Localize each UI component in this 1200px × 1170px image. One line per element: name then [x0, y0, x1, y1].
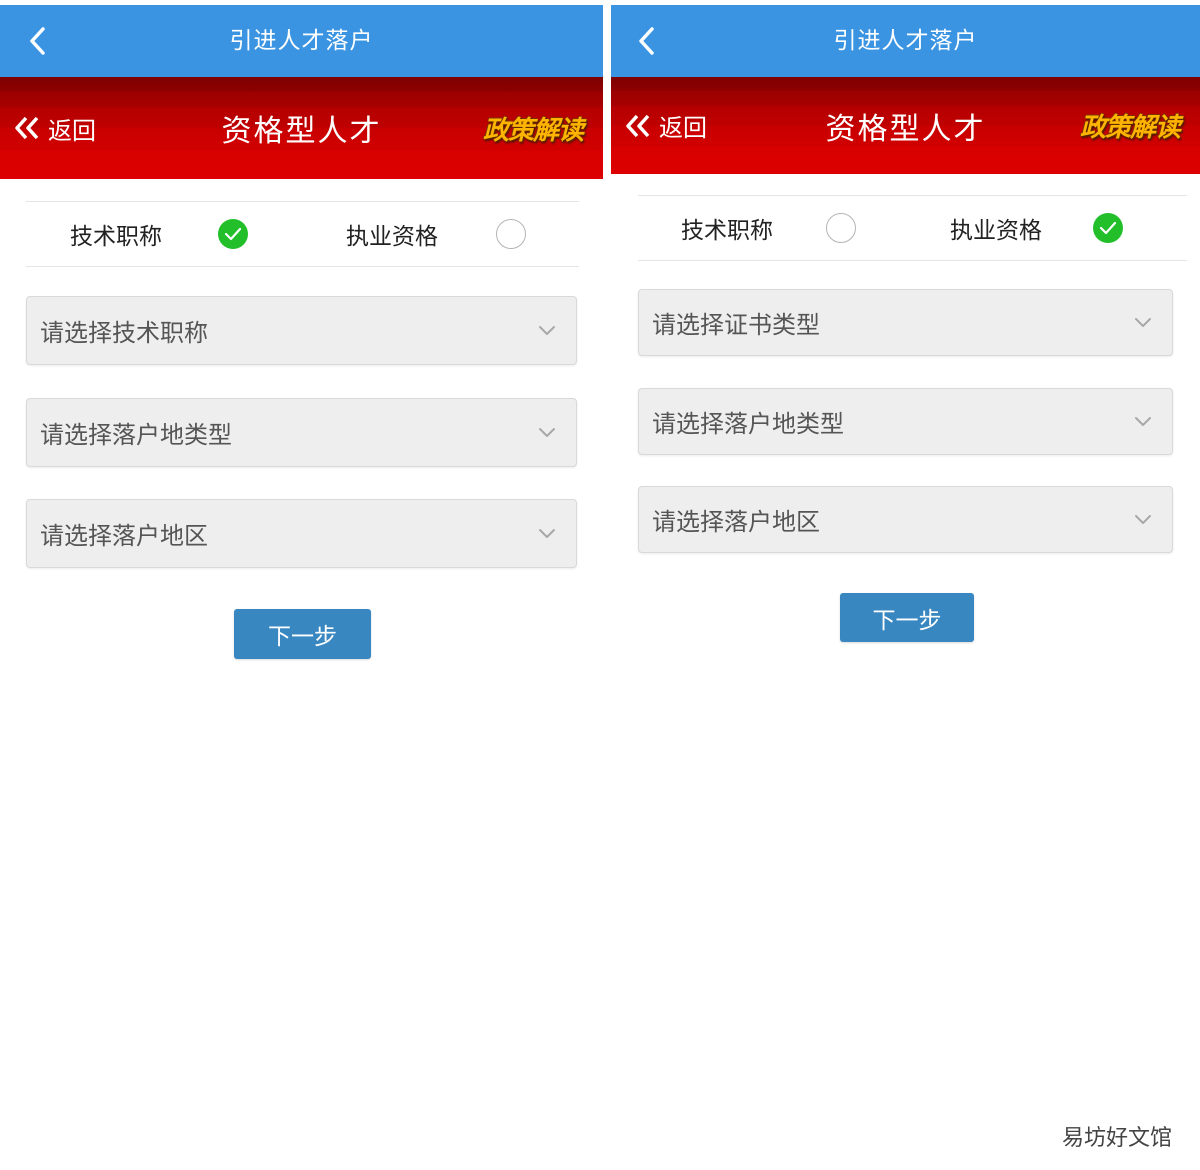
radio-label: 技术职称: [681, 218, 773, 244]
app-bar-title: 引进人才落户: [229, 28, 374, 54]
next-step-button[interactable]: 下一步: [840, 593, 974, 642]
screen-left: 引进人才落户 返回 资格型人才 政策解读 技术职称 执业资格 请选择技术职称 请…: [0, 0, 603, 1170]
chevron-down-icon: [1134, 290, 1152, 355]
select-placeholder: 请选择技术职称: [40, 319, 208, 347]
select-settlement-type[interactable]: 请选择落户地类型: [638, 388, 1173, 455]
select-placeholder: 请选择证书类型: [652, 311, 820, 339]
policy-interpretation-link[interactable]: 政策解读: [483, 77, 584, 179]
check-icon: [224, 227, 242, 241]
select-settlement-region[interactable]: 请选择落户地区: [638, 486, 1173, 553]
watermark: 易坊好文馆: [1061, 1126, 1172, 1151]
radio-label: 执业资格: [950, 218, 1042, 244]
radio-unchecked[interactable]: [826, 213, 856, 243]
radio-technical-title[interactable]: 技术职称: [70, 202, 260, 266]
qualification-type-radio-group: 技术职称 执业资格: [638, 195, 1187, 261]
chevron-down-icon: [538, 500, 556, 567]
top-app-bar: 引进人才落户: [611, 5, 1200, 77]
select-placeholder: 请选择落户地区: [40, 522, 208, 550]
select-placeholder: 请选择落户地类型: [40, 421, 232, 449]
select-certificate-type[interactable]: 请选择证书类型: [638, 289, 1173, 356]
check-icon: [1099, 221, 1117, 235]
radio-unchecked[interactable]: [496, 219, 526, 249]
chevron-down-icon: [1134, 487, 1152, 552]
radio-label: 执业资格: [346, 224, 438, 250]
radio-practicing-qualification[interactable]: 执业资格: [346, 202, 536, 266]
top-app-bar: 引进人才落户: [0, 5, 603, 77]
chevron-down-icon: [538, 399, 556, 466]
page-header: 返回 资格型人才 政策解读: [0, 77, 603, 179]
radio-practicing-qualification[interactable]: 执业资格: [950, 196, 1150, 260]
radio-technical-title[interactable]: 技术职称: [681, 196, 871, 260]
policy-interpretation-link[interactable]: 政策解读: [1080, 77, 1181, 174]
select-placeholder: 请选择落户地区: [652, 508, 820, 536]
page-header: 返回 资格型人才 政策解读: [611, 77, 1200, 174]
screen-right: 引进人才落户 返回 资格型人才 政策解读 技术职称 执业资格 请选择证书类型 请…: [611, 0, 1200, 1170]
next-step-button[interactable]: 下一步: [234, 609, 371, 659]
app-bar-title: 引进人才落户: [833, 28, 978, 54]
radio-checked[interactable]: [1093, 213, 1123, 243]
select-technical-title[interactable]: 请选择技术职称: [26, 296, 577, 365]
radio-checked[interactable]: [218, 219, 248, 249]
select-settlement-region[interactable]: 请选择落户地区: [26, 499, 577, 568]
select-placeholder: 请选择落户地类型: [652, 410, 844, 438]
chevron-down-icon: [538, 297, 556, 364]
chevron-down-icon: [1134, 389, 1152, 454]
qualification-type-radio-group: 技术职称 执业资格: [26, 201, 579, 267]
select-settlement-type[interactable]: 请选择落户地类型: [26, 398, 577, 467]
radio-label: 技术职称: [70, 224, 162, 250]
